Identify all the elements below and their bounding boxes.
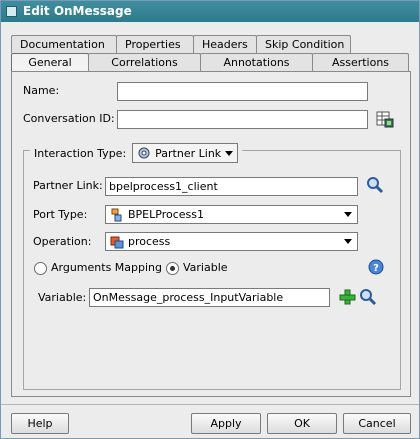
partner-link-field[interactable]: bpelprocess1_client <box>105 177 358 196</box>
interaction-type-value: Partner Link <box>155 146 222 160</box>
operation-select[interactable]: process <box>105 232 358 251</box>
svg-text:?: ? <box>373 263 379 274</box>
tab-headers[interactable]: Headers <box>193 35 257 53</box>
tab-label: Skip Condition <box>265 38 345 51</box>
operation-label: Operation: <box>33 235 92 248</box>
conversation-id-field[interactable] <box>117 110 368 129</box>
green-plus-icon[interactable] <box>338 288 356 306</box>
tab-skip-condition[interactable]: Skip Condition <box>256 35 351 53</box>
button-separator <box>1 404 419 405</box>
tab-label: Correlations <box>111 56 178 69</box>
magnifier-icon[interactable] <box>366 176 384 194</box>
chevron-down-icon <box>344 239 352 244</box>
variable-radio-label: Variable <box>183 261 228 274</box>
tab-label: Documentation <box>20 38 105 51</box>
variable-label: Variable: <box>38 291 87 304</box>
help-circle-icon[interactable]: ? <box>367 258 385 276</box>
tab-annotations[interactable]: Annotations <box>200 53 313 72</box>
name-label: Name: <box>23 84 60 97</box>
cancel-button[interactable]: Cancel <box>343 413 411 434</box>
operation-icon <box>110 236 124 248</box>
edit-onmessage-dialog: Edit OnMessage Documentation Properties … <box>0 0 420 439</box>
help-button[interactable]: Help <box>11 413 69 434</box>
general-panel: Name: Conversation ID: Interaction Type: <box>11 71 411 397</box>
name-field[interactable] <box>117 82 368 101</box>
tab-row-front: General Correlations Annotations Asserti… <box>11 53 409 72</box>
interaction-type-dropdown[interactable]: Partner Link <box>132 143 239 163</box>
variable-field[interactable]: OnMessage_process_InputVariable <box>89 288 330 307</box>
conversation-id-label: Conversation ID: <box>23 112 115 125</box>
port-type-icon <box>111 208 122 221</box>
tab-label: General <box>28 56 72 69</box>
ok-button[interactable]: OK <box>267 413 337 434</box>
table-generate-icon[interactable] <box>376 110 394 128</box>
interaction-type-legend: Interaction Type: Partner Link <box>30 143 243 163</box>
apply-button[interactable]: Apply <box>191 413 261 434</box>
partner-link-label: Partner Link: <box>33 179 103 192</box>
arguments-mapping-label: Arguments Mapping <box>51 261 163 274</box>
tab-properties[interactable]: Properties <box>116 35 194 53</box>
tab-documentation[interactable]: Documentation <box>11 35 117 53</box>
port-type-label: Port Type: <box>33 208 88 221</box>
interaction-type-label: Interaction Type: <box>34 146 127 160</box>
title-bar: Edit OnMessage <box>1 1 419 22</box>
tab-label: Assertions <box>331 56 390 69</box>
arguments-mapping-radio[interactable] <box>34 262 47 275</box>
chevron-down-icon <box>344 212 352 217</box>
tab-label: Properties <box>125 38 181 51</box>
port-type-value: BPELProcess1 <box>128 208 204 221</box>
tab-label: Annotations <box>223 56 290 69</box>
window-menu-icon[interactable] <box>6 6 17 17</box>
tab-label: Headers <box>202 38 248 51</box>
tab-general[interactable]: General <box>11 53 89 72</box>
tab-assertions[interactable]: Assertions <box>312 53 409 72</box>
tab-correlations[interactable]: Correlations <box>88 53 201 72</box>
chevron-down-icon <box>225 150 234 156</box>
operation-value: process <box>128 235 171 248</box>
window-title: Edit OnMessage <box>23 4 132 18</box>
port-type-select[interactable]: BPELProcess1 <box>105 205 358 224</box>
tab-row-back: Documentation Properties Headers Skip Co… <box>11 35 351 53</box>
magnifier-icon[interactable] <box>359 288 377 306</box>
variable-radio[interactable] <box>166 262 179 275</box>
partner-link-gear-icon <box>138 147 150 159</box>
